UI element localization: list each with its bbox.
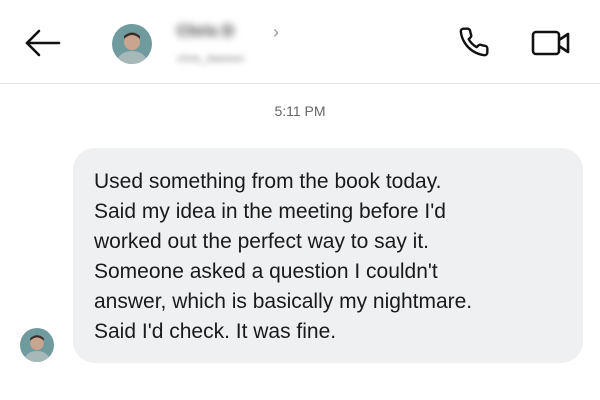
- incoming-message-bubble[interactable]: Used something from the book today. Said…: [73, 148, 583, 363]
- chat-header: Chris D › chris_dawson: [0, 0, 600, 84]
- sender-avatar[interactable]: [20, 328, 54, 362]
- phone-icon: [459, 27, 489, 57]
- contact-subtitle: chris_dawson: [177, 53, 245, 65]
- chevron-right-icon: ›: [273, 22, 279, 42]
- voice-call-button[interactable]: [456, 24, 492, 60]
- avatar-image: [20, 328, 54, 362]
- contact-name: Chris D: [177, 23, 234, 40]
- video-camera-icon: [531, 30, 570, 56]
- contact-avatar[interactable]: [112, 24, 152, 64]
- video-call-button[interactable]: [528, 26, 574, 60]
- arrow-left-icon: [25, 29, 61, 57]
- back-button[interactable]: [20, 26, 64, 60]
- contact-info[interactable]: Chris D › chris_dawson: [175, 20, 305, 70]
- avatar-image: [112, 24, 152, 64]
- message-timestamp: 5:11 PM: [274, 103, 326, 119]
- chat-screen: Chris D › chris_dawson 5:11 PM Used some…: [0, 0, 600, 400]
